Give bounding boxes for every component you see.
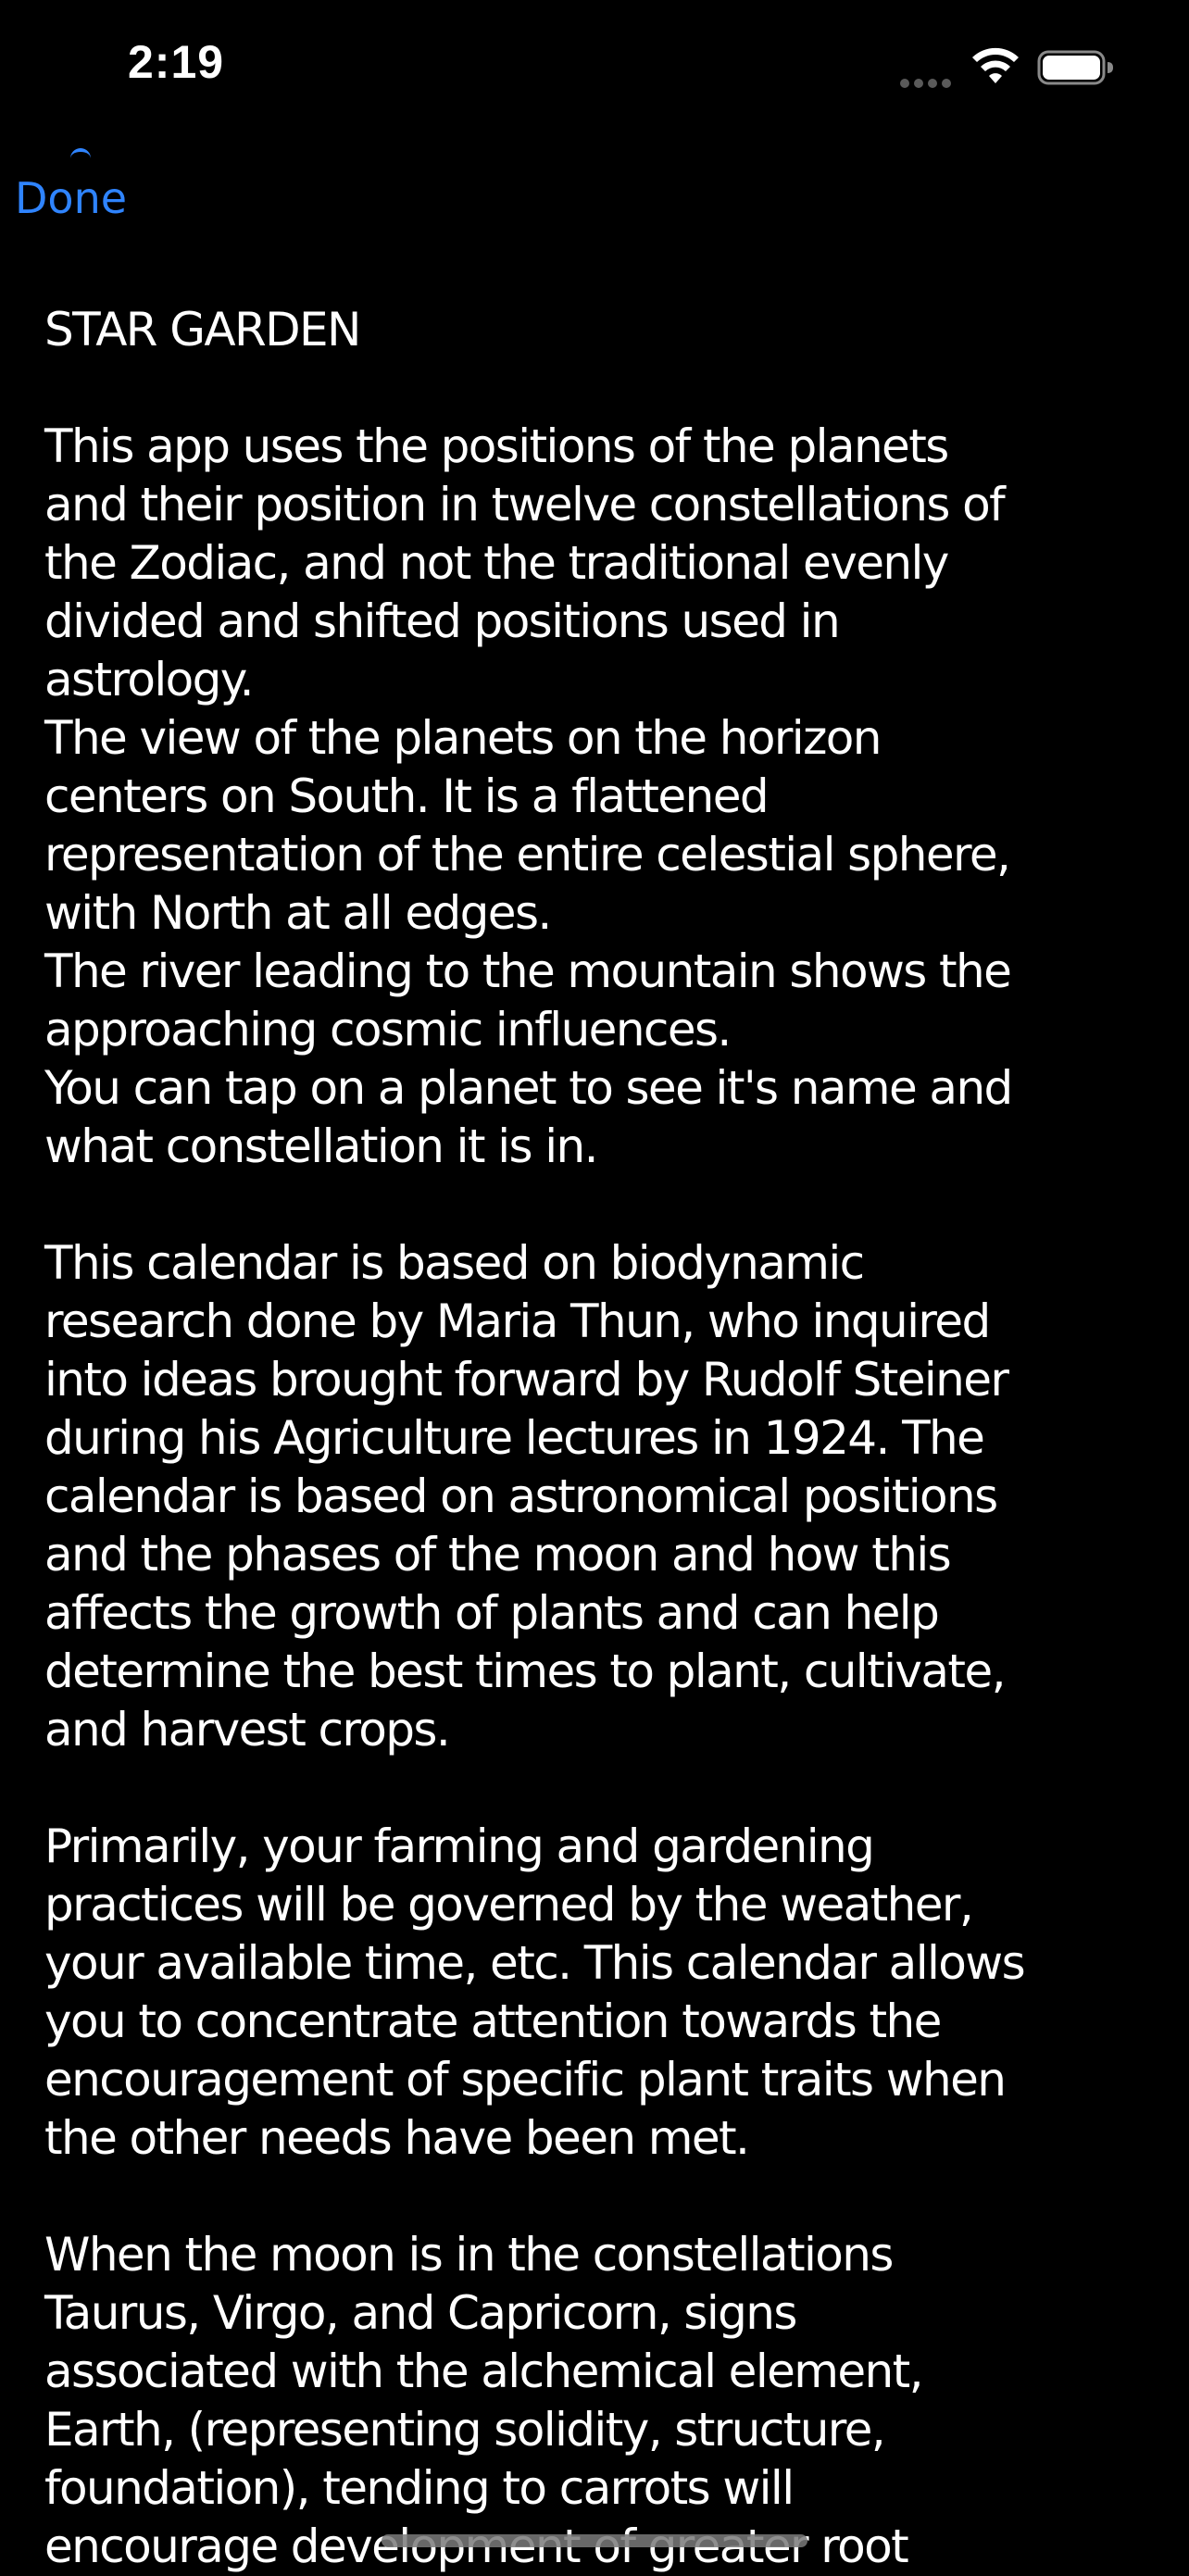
status-time: 2:19 (128, 36, 225, 88)
info-text: STAR GARDEN This app uses the positions … (44, 301, 1183, 2576)
text-line: When the moon is in the constellations (44, 2228, 894, 2282)
text-line: determine the best times to plant, culti… (44, 1644, 1006, 1698)
text-line: astrology. (44, 653, 255, 707)
text-line: approaching cosmic influences. (44, 1003, 732, 1057)
battery-icon (1037, 50, 1113, 85)
done-button[interactable]: Done (15, 170, 127, 226)
home-indicator[interactable] (382, 2534, 807, 2547)
text-line: This calendar is based on biodynamic (44, 1236, 865, 1290)
text-line: your available time, etc. This calendar … (44, 1936, 1026, 1990)
text-line: during his Agriculture lectures in 1924.… (44, 1411, 985, 1465)
text-line: encouragement of specific plant traits w… (44, 2053, 1007, 2107)
text-line: research done by Maria Thun, who inquire… (44, 1294, 991, 1348)
text-line: Taurus, Virgo, and Capricorn, signs (44, 2286, 797, 2340)
text-line: The view of the planets on the horizon (44, 711, 882, 765)
text-line: You can tap on a planet to see it's name… (44, 1061, 1013, 1115)
back-chevron-hint-icon (70, 148, 91, 159)
text-line: associated with the alchemical element, (44, 2345, 924, 2398)
text-line: affects the growth of plants and can hel… (44, 1586, 940, 1640)
text-line: into ideas brought forward by Rudolf Ste… (44, 1353, 1009, 1407)
text-line: the Zodiac, and not the traditional even… (44, 536, 949, 590)
text-line: divided and shifted positions used in (44, 594, 841, 648)
text-line: you to concentrate attention towards the (44, 1995, 942, 2048)
text-line: and their position in twelve constellati… (44, 478, 1006, 531)
text-line: Earth, (representing solidity, structure… (44, 2403, 886, 2457)
text-line: and harvest crops. (44, 1703, 451, 1757)
text-line: centers on South. It is a flattened (44, 769, 770, 823)
article-title: STAR GARDEN (44, 303, 361, 356)
text-line: with North at all edges. (44, 886, 552, 940)
status-bar: 2:19 (0, 0, 1189, 130)
text-line: and the phases of the moon and how this (44, 1528, 952, 1582)
text-line: This app uses the positions of the plane… (44, 419, 949, 473)
text-line: the other needs have been met. (44, 2111, 750, 2165)
wifi-icon (972, 47, 1019, 83)
cellular-signal-icon (900, 74, 956, 88)
text-line: what constellation it is in. (44, 1119, 599, 1173)
text-line: representation of the entire celestial s… (44, 828, 1011, 882)
text-line: Primarily, your farming and gardening (44, 1819, 875, 1873)
text-line: The river leading to the mountain shows … (44, 944, 1012, 998)
text-line: calendar is based on astronomical positi… (44, 1469, 998, 1523)
text-line: practices will be governed by the weathe… (44, 1878, 974, 1932)
text-line: foundation), tending to carrots will (44, 2461, 795, 2515)
